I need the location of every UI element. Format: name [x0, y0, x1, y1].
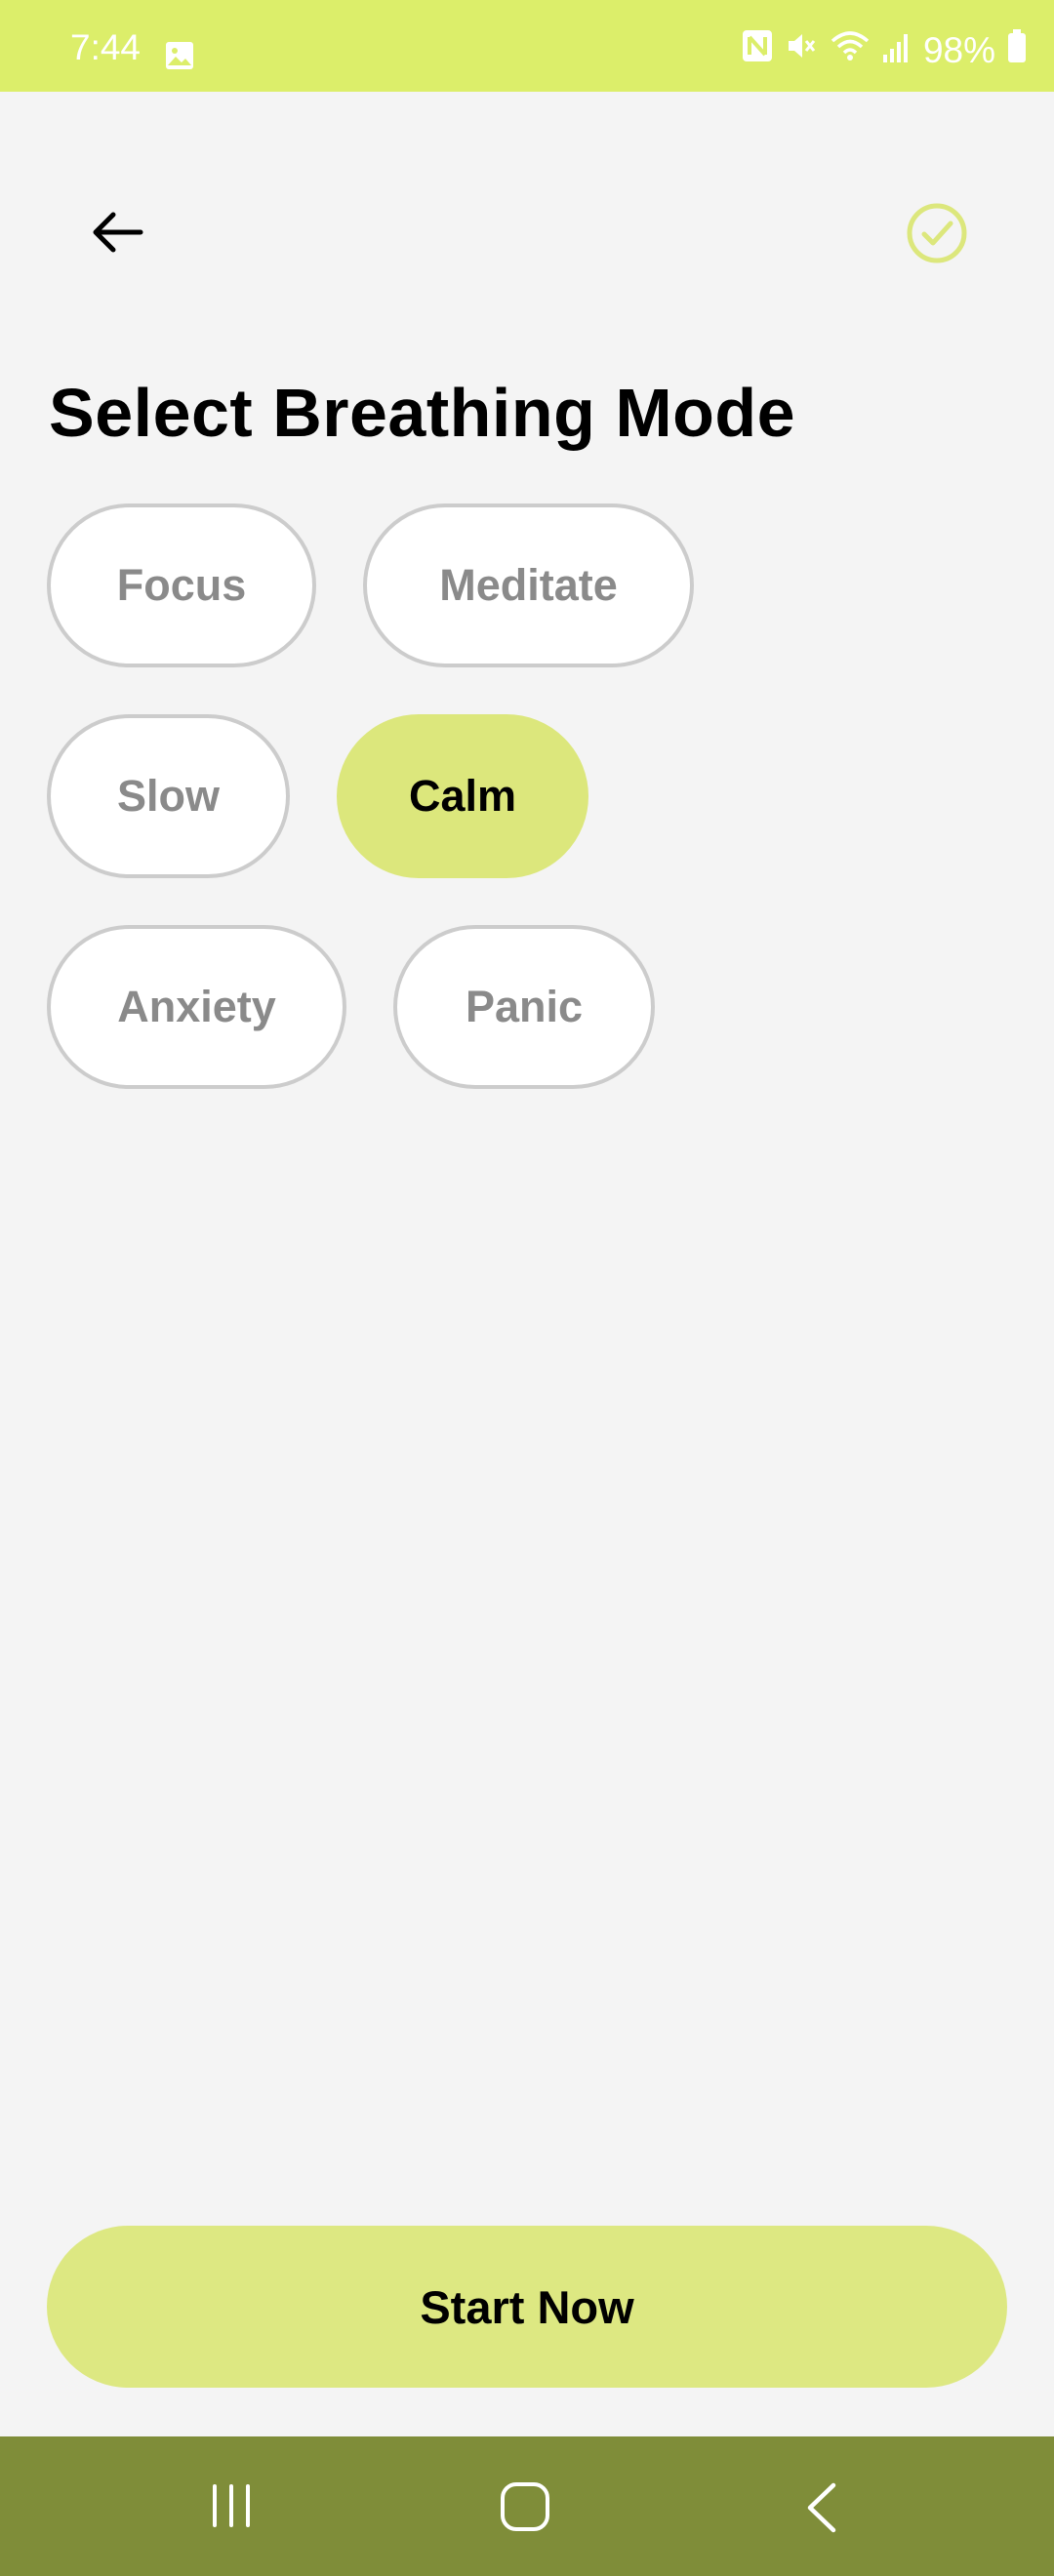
signal-icon — [882, 30, 912, 71]
wifi-icon — [830, 29, 871, 71]
status-time: 7:44 — [70, 27, 142, 67]
status-icons: 98% — [742, 29, 1027, 71]
page-title: Select Breathing Mode — [49, 375, 796, 451]
status-bar: 7:44 98% — [0, 0, 1054, 92]
battery-percent: 98% — [922, 30, 995, 70]
arrow-left-icon[interactable] — [88, 203, 146, 266]
start-now-button[interactable]: Start Now — [47, 2226, 1007, 2388]
recents-icon[interactable] — [207, 2481, 256, 2535]
mode-chip-anxiety[interactable]: Anxiety — [47, 925, 346, 1089]
check-circle-icon[interactable] — [906, 202, 968, 269]
back-icon[interactable] — [800, 2481, 843, 2539]
mode-chip-meditate[interactable]: Meditate — [363, 503, 694, 667]
navigation-bar — [0, 2436, 1054, 2576]
mode-chip-slow[interactable]: Slow — [47, 714, 290, 878]
mode-chip-calm[interactable]: Calm — [337, 714, 588, 878]
mode-chip-focus[interactable]: Focus — [47, 503, 316, 667]
home-icon[interactable] — [500, 2481, 550, 2537]
nfc-icon — [742, 29, 773, 71]
mute-icon — [785, 29, 818, 71]
image-icon — [164, 39, 195, 80]
battery-icon — [1007, 29, 1027, 71]
mode-chip-panic[interactable]: Panic — [393, 925, 655, 1089]
